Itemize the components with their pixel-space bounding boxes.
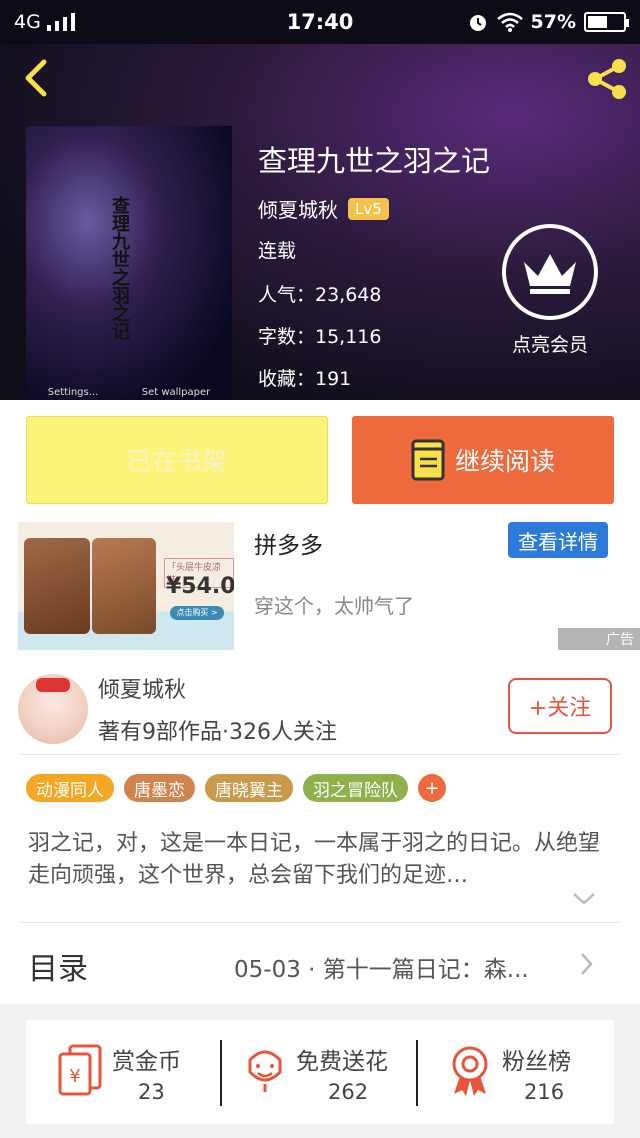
book-summary[interactable]: 羽之记，对，这是一本日记，一本属于羽之的日记。从绝望走向顽强，这个世界，总会留下…	[28, 828, 616, 892]
flowers-label: 免费送花	[296, 1049, 388, 1075]
battery-percent: 57%	[530, 11, 576, 33]
ad-title: 拼多多	[254, 533, 323, 559]
tag-item[interactable]: 动漫同人	[26, 774, 114, 802]
continue-reading-label: 继续阅读	[454, 447, 555, 476]
cover-title: 查理九世之羽之记	[109, 196, 130, 340]
wifi-icon	[496, 12, 523, 32]
ad-detail-button[interactable]: 查看详情	[508, 522, 608, 558]
book-cover[interactable]: 查理九世之羽之记 Settings... Set wallpaper	[26, 126, 232, 400]
ad-image-buy: 点击购买 >	[170, 606, 224, 620]
author-card: 倾夏城秋 著有9部作品·326人关注 +关注 动漫同人 唐墨恋 唐晓翼主 羽之冒…	[0, 660, 640, 1004]
crown-icon	[502, 224, 598, 320]
reward-count: 23	[138, 1080, 165, 1104]
ribbon-medal-icon	[452, 1046, 488, 1096]
book-status: 连载	[258, 240, 297, 262]
svg-text:¥: ¥	[69, 1066, 80, 1087]
send-flowers[interactable]: 免费送花 262	[222, 1020, 418, 1124]
tag-item[interactable]: 唐墨恋	[124, 774, 195, 802]
ad-subtitle: 穿这个，太帅气了	[254, 594, 414, 618]
book-popularity: 人气：23,648	[258, 284, 382, 306]
network-label: 4G	[14, 11, 41, 33]
ad-image-price: ¥54.0	[166, 574, 234, 599]
book-icon	[411, 439, 445, 481]
fans-label: 粉丝榜	[502, 1049, 571, 1075]
battery-fill	[588, 16, 608, 28]
book-word-count: 字数：15,116	[258, 326, 382, 348]
book-author[interactable]: 倾夏城秋	[258, 194, 338, 223]
fan-ranking[interactable]: 粉丝榜 216	[418, 1020, 614, 1124]
chevron-down-icon[interactable]	[572, 892, 596, 906]
level-badge: Lv5	[348, 197, 389, 220]
battery-icon	[584, 12, 629, 32]
stats-bar: ¥ 赏金币 23 免费送花 262 粉丝榜 216	[26, 1020, 614, 1124]
flowers-count: 262	[328, 1080, 369, 1104]
tag-item[interactable]: 羽之冒险队	[303, 774, 408, 802]
vip-label: 点亮会员	[511, 334, 588, 356]
tag-list: 动漫同人 唐墨恋 唐晓翼主 羽之冒险队 +	[26, 774, 446, 802]
ad-banner[interactable]: 「头层牛皮凉鞋」 ¥54.0 点击购买 > 拼多多 穿这个，太帅气了 查看详情 …	[0, 522, 640, 660]
ad-mark-label: 广告	[606, 632, 634, 648]
alarm-icon	[469, 15, 486, 31]
toc-label[interactable]: 目录	[28, 944, 88, 988]
book-favorites: 收藏：191	[258, 368, 352, 390]
back-icon[interactable]	[18, 58, 58, 98]
author-stats: 著有9部作品·326人关注	[98, 720, 337, 745]
toc-latest-chapter[interactable]: 05-03 · 第十一篇日记：森...	[234, 950, 564, 984]
add-tag-button[interactable]: +	[418, 774, 446, 802]
on-shelf-button[interactable]: 已在书架	[26, 416, 328, 504]
ad-mark: 广告	[558, 628, 640, 650]
divider	[18, 922, 622, 923]
clock: 17:40	[286, 10, 354, 34]
cover-footer-right: Set wallpaper	[141, 387, 211, 398]
vip-button[interactable]: 点亮会员	[500, 224, 600, 357]
coin-envelope-icon: ¥	[58, 1044, 102, 1096]
reward-coins[interactable]: ¥ 赏金币 23	[26, 1020, 222, 1124]
divider	[18, 754, 622, 755]
ad-image[interactable]: 「头层牛皮凉鞋」 ¥54.0 点击购买 >	[18, 522, 234, 650]
ad-shoe-image	[92, 538, 156, 634]
book-title: 查理九世之羽之记	[258, 144, 491, 178]
chevron-right-icon[interactable]	[580, 952, 594, 976]
status-bar: 4G 17:40 57%	[0, 0, 640, 44]
signal-icon	[46, 13, 75, 31]
reward-label: 赏金币	[112, 1049, 181, 1075]
flower-icon	[248, 1050, 282, 1092]
book-header: 查理九世之羽之记 Settings... Set wallpaper 查理九世之…	[0, 44, 640, 400]
follow-button[interactable]: +关注	[508, 678, 612, 734]
fans-count: 216	[524, 1080, 565, 1104]
share-icon[interactable]	[584, 56, 630, 102]
author-name[interactable]: 倾夏城秋	[98, 672, 186, 704]
avatar[interactable]	[18, 674, 88, 744]
avatar-bow	[36, 678, 70, 692]
action-bar: 已在书架 继续阅读	[0, 400, 640, 522]
continue-reading-button[interactable]: 继续阅读	[352, 416, 614, 504]
tag-item[interactable]: 唐晓翼主	[205, 774, 293, 802]
ad-shoe-image	[24, 538, 90, 634]
cover-footer-left: Settings...	[47, 387, 99, 398]
